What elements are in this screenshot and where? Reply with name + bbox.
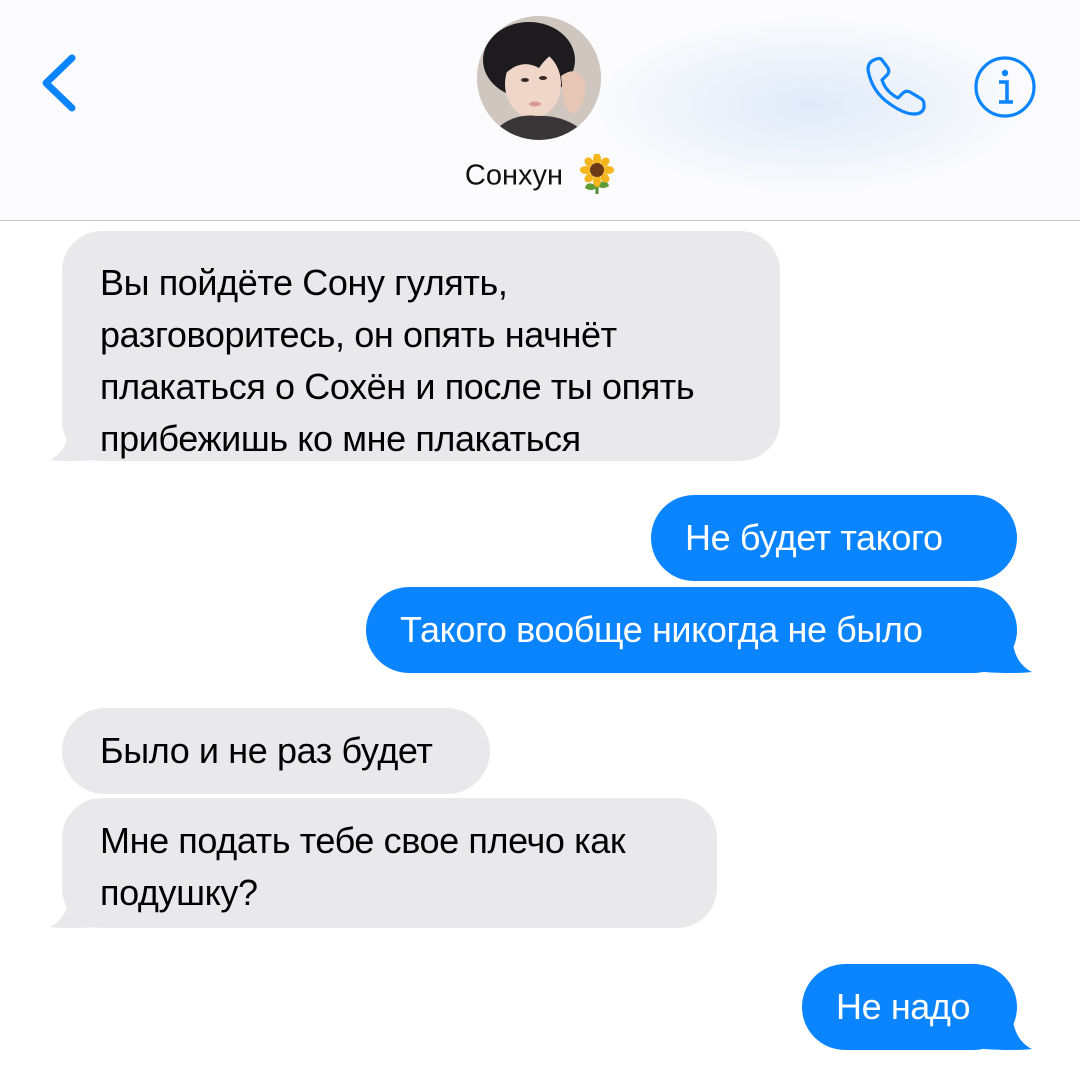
- chevron-left-icon: [42, 54, 76, 112]
- contact-name: Сонхун: [464, 159, 564, 192]
- back-button[interactable]: [30, 50, 90, 116]
- info-button[interactable]: [972, 54, 1038, 120]
- message-incoming[interactable]: Было и не раз будет: [62, 708, 490, 794]
- message-outgoing[interactable]: Такого вообще никогда не было: [366, 587, 1017, 673]
- message-outgoing[interactable]: Не будет такого: [651, 495, 1017, 581]
- sunflower-icon: [580, 154, 615, 195]
- call-button[interactable]: [860, 52, 930, 122]
- message-incoming[interactable]: Мне подать тебе свое плечо как подушку?: [62, 798, 717, 928]
- message-outgoing[interactable]: Не надо: [802, 964, 1017, 1050]
- avatar-image: [477, 16, 601, 140]
- conversation-header: Сонхун: [0, 0, 1080, 221]
- contact-name-row[interactable]: Сонхун: [0, 152, 1080, 197]
- phone-icon: [866, 56, 926, 116]
- contact-avatar[interactable]: [477, 16, 601, 140]
- info-icon: [974, 56, 1036, 118]
- message-incoming[interactable]: Вы пойдёте Сону гулять, разговоритесь, о…: [62, 231, 780, 461]
